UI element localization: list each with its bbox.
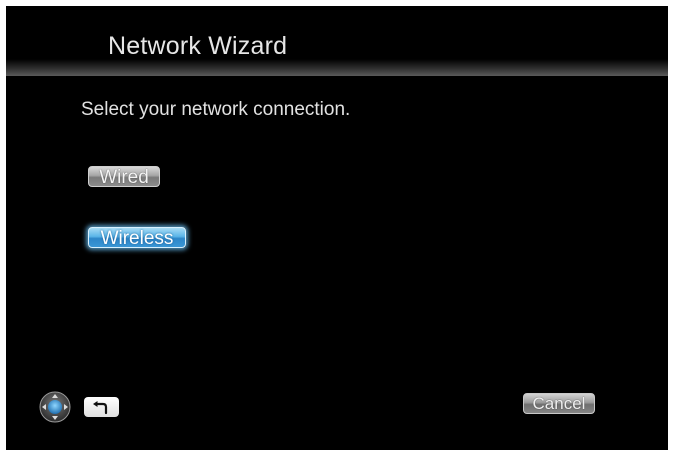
tv-screen: Network Wizard Select your network conne…: [6, 6, 668, 450]
page-title: Network Wizard: [108, 32, 288, 60]
wired-button[interactable]: Wired: [88, 166, 160, 188]
wireless-button[interactable]: Wireless: [88, 227, 186, 249]
cancel-button[interactable]: Cancel: [523, 393, 595, 414]
back-arrow-icon: [93, 401, 108, 415]
header-bar: Network Wizard: [6, 6, 668, 76]
connection-prompt: Select your network connection.: [81, 99, 351, 120]
dpad-icon: [39, 391, 71, 423]
back-button[interactable]: [84, 397, 119, 417]
